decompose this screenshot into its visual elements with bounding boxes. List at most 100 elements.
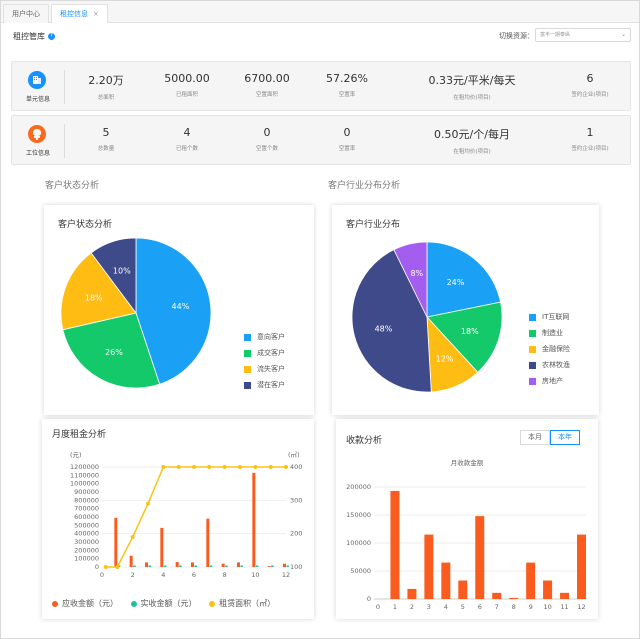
x-tick-label: 12 [282, 571, 290, 579]
bar-receivable [191, 562, 194, 567]
area-point [130, 535, 135, 539]
bar-collection [407, 588, 417, 599]
bar-receivable [221, 563, 225, 567]
collection-chart: 月收款金额 0500001000001500002000000 1 2 3 4 5 6 7 8 9… [346, 458, 587, 611]
stat-value: 5000.00 [164, 72, 210, 85]
stat-label: 在租均价(项目) [453, 95, 491, 101]
switch-label: 切换资源： [499, 32, 534, 40]
stat-avg-price: 0.33元/平米/每天 在租均价(项目) [417, 72, 527, 101]
stat-avg-price: 0.50元/个/每月 在租均价(项目) [417, 126, 527, 155]
area-point [238, 465, 242, 469]
area-point [222, 465, 227, 469]
bar-collection [475, 516, 485, 599]
legend-dot [52, 600, 58, 607]
bar-received [179, 565, 182, 567]
legend-label: 农林牧渔 [542, 361, 570, 369]
bar-collection [526, 562, 536, 599]
stat-value: 5 [102, 126, 110, 139]
y-tick-label: 900000 [74, 488, 99, 496]
legend-label: 应收金额（元） [62, 599, 118, 608]
bar-receivable [283, 563, 286, 567]
y-tick-label: 100000 [74, 555, 99, 563]
bar-receivable [129, 555, 133, 567]
stat-value: 2.20万 [88, 74, 124, 87]
stat-label: 空置率 [338, 92, 356, 98]
area-point [176, 465, 181, 469]
legend-swatch [244, 333, 251, 341]
stat-value: 0.50元/个/每月 [434, 128, 510, 141]
legend-label: 实收金额（元） [140, 599, 197, 608]
pie-slice-label: 18% [85, 293, 103, 302]
stat-label: 空置面积 [255, 92, 278, 98]
stat-vacant-area: 6700.00 空置面积 [237, 72, 297, 98]
x-tick-label: 2 [410, 603, 414, 611]
help-icon[interactable]: ? [48, 33, 55, 40]
bar-receivable [160, 527, 164, 567]
y-tick-label: 200000 [74, 546, 99, 554]
area-point [192, 465, 196, 469]
legend-item: IT互联网 [529, 312, 570, 328]
area-line [105, 466, 286, 568]
y-tick-label: 700000 [74, 505, 99, 513]
stat-label: 总面积 [97, 95, 115, 101]
x-tick-label: 8 [223, 571, 227, 579]
legend-label: 潜在客户 [257, 381, 285, 389]
pie-slice-label: 44% [172, 302, 190, 311]
y-tick-label: 800000 [74, 496, 99, 504]
close-icon[interactable]: × [93, 10, 99, 18]
legend-dot [209, 600, 216, 607]
legend-swatch [244, 365, 251, 373]
stat-total-count: 5 总数量 [77, 126, 135, 152]
y2-tick-label: 100 [290, 563, 302, 571]
stat-value: 1 [586, 126, 594, 139]
bar-receivable [267, 566, 271, 567]
stat-rented-count: 4 已租个数 [157, 126, 217, 152]
legend-item: 房地产 [529, 376, 570, 392]
page-title-text: 租控管库 [13, 32, 45, 41]
bar-received [209, 565, 213, 567]
tab-user-center[interactable]: 用户中心 [3, 4, 49, 23]
legend-swatch [529, 345, 536, 353]
stat-value: 57.26% [326, 72, 368, 85]
area-point [146, 501, 150, 506]
stat-vacancy-rate: 0 空置率 [317, 126, 377, 152]
bar-received [225, 565, 228, 567]
tab-label: 用户中心 [12, 10, 40, 18]
x-tick-label: 10 [251, 571, 259, 579]
stat-label: 签约企业(项目) [571, 92, 609, 98]
customer-status-card: 客户状态分析 44% 26% 18% 10% 意向客户 成交客户 流失客户 潜在客户 [44, 205, 314, 415]
legend-label: 租赁面积（㎡） [219, 599, 276, 608]
stat-vacancy-rate: 57.26% 空置率 [317, 72, 377, 98]
y-tick-label: 300000 [74, 538, 99, 546]
x-tick-label: 4 [161, 571, 165, 579]
bar-receivable [252, 472, 256, 567]
x-tick-label: 5 [461, 603, 465, 611]
y-tick-label: 200000 [346, 483, 371, 491]
y-tick-label: 600000 [74, 513, 99, 521]
y2-tick-label: 200 [290, 530, 302, 538]
collection-card: 收款分析 本月 本年 月收款金额 0 50000 100000 150000 20000… [336, 419, 598, 619]
legend-label: IT互联网 [542, 313, 570, 321]
bar-received [240, 565, 243, 567]
stat-label: 已租个数 [175, 146, 198, 152]
y-tick-label: 0 [367, 595, 371, 603]
legend-item: 金融保险 [529, 344, 570, 360]
bar-received [194, 565, 197, 567]
x-tick-label: 3 [427, 603, 431, 611]
bar-collection [577, 534, 587, 599]
bar-receivable [237, 562, 240, 567]
tab-rent-control[interactable]: 租控信息 × [51, 4, 108, 23]
bar-collection [560, 592, 570, 599]
area-point [284, 465, 288, 469]
legend-label: 成交客户 [257, 349, 285, 357]
bar-collection [424, 534, 434, 599]
legend-item: 意向客户 [244, 332, 285, 348]
area-point [103, 565, 108, 569]
stat-label: 已租面积 [175, 92, 198, 98]
resource-select[interactable]: 富丰一期泰纵 ⌄ [535, 28, 631, 42]
x-tick-label: 10 [543, 603, 551, 611]
legend-label: 制造业 [542, 329, 563, 337]
chart-subtitle: 月收款金额 [451, 458, 484, 467]
pie-slice-label: 26% [105, 348, 123, 357]
area-point [268, 465, 273, 469]
